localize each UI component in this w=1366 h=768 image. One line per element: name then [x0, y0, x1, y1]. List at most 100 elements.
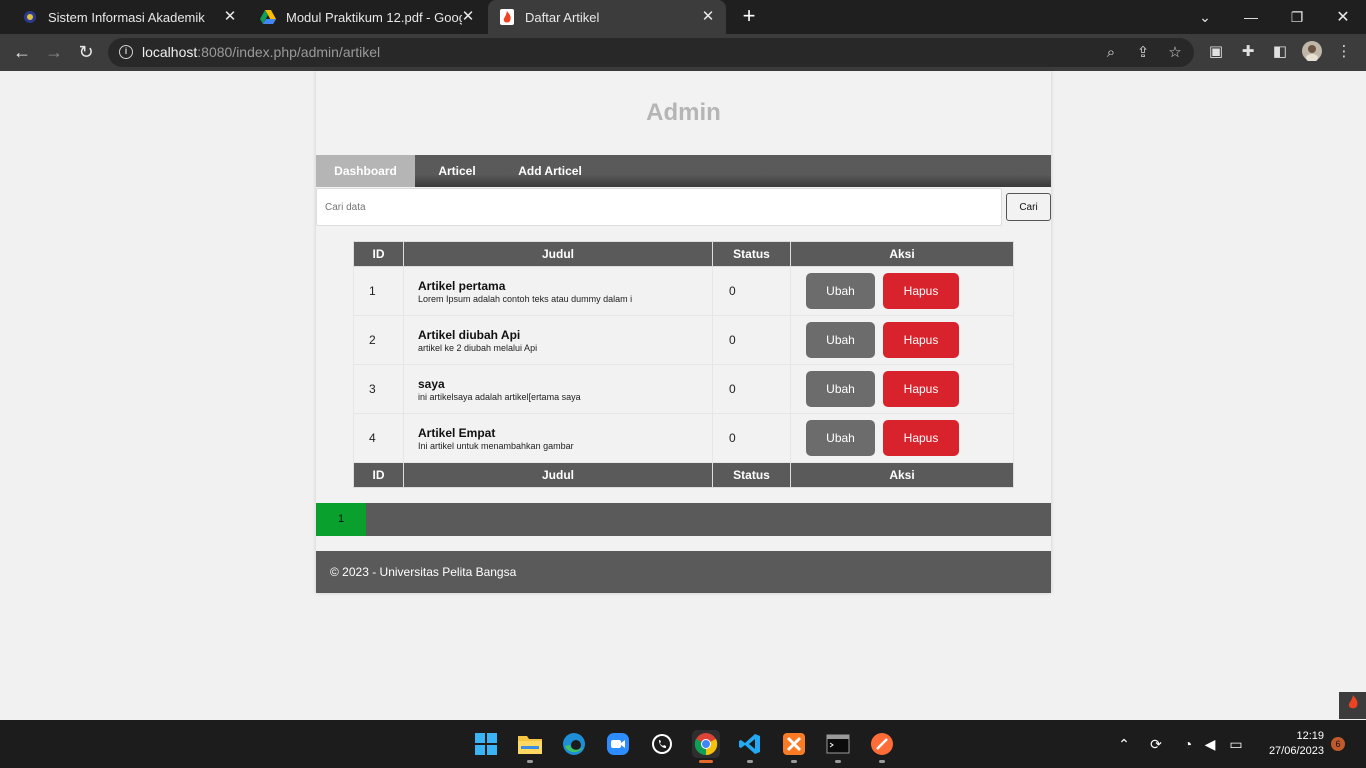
tab-title: Sistem Informasi Akademik — [48, 9, 205, 25]
article-summary: Ini artikel untuk menambahkan gambar — [418, 440, 574, 451]
browser-titlebar: Sistem Informasi Akademik ✕ Modul Prakti… — [0, 0, 1366, 34]
cell-status: 0 — [712, 364, 791, 414]
article-title: Artikel pertama — [418, 278, 506, 293]
tab-search-chevron-icon[interactable]: ⌄ — [1182, 0, 1228, 34]
file-explorer-icon[interactable] — [516, 730, 544, 758]
edit-button[interactable]: Ubah — [806, 322, 875, 358]
main-nav: Dashboard Articel Add Articel — [316, 155, 1051, 187]
column-header-id: ID — [353, 241, 404, 267]
profile-avatar[interactable] — [1302, 41, 1322, 62]
page-header: Admin — [316, 71, 1051, 155]
table-row: 1 Artikel pertama Lorem Ipsum adalah con… — [353, 266, 1014, 316]
page-viewport: Admin Dashboard Articel Add Articel Cari… — [0, 71, 1366, 720]
tab-modul-praktikum[interactable]: Modul Praktikum 12.pdf - Google ✕ — [248, 0, 486, 34]
cell-id: 1 — [353, 266, 404, 316]
new-tab-button[interactable]: + — [738, 5, 760, 27]
vscode-icon[interactable] — [736, 730, 764, 758]
minimize-button[interactable]: — — [1228, 0, 1274, 34]
cell-id: 2 — [353, 315, 404, 365]
sync-status-icon[interactable]: ⟳ — [1146, 734, 1166, 754]
delete-button[interactable]: Hapus — [883, 371, 959, 407]
cell-aksi: Ubah Hapus — [790, 413, 1014, 463]
running-indicator — [879, 760, 885, 763]
page-link-current[interactable]: 1 — [316, 503, 366, 536]
search-button[interactable]: Cari — [1006, 193, 1051, 221]
running-indicator — [527, 760, 533, 763]
whatsapp-icon[interactable] — [648, 730, 676, 758]
menu-kebab-icon[interactable]: ⋮ — [1334, 42, 1354, 62]
url-text[interactable]: localhost:8080/index.php/admin/artikel — [142, 44, 380, 60]
close-tab-icon[interactable]: ✕ — [460, 9, 476, 25]
tab-title: Daftar Artikel — [525, 9, 600, 25]
windows-start-icon[interactable] — [472, 730, 500, 758]
reload-icon[interactable]: ↻ — [74, 40, 98, 64]
cell-id: 3 — [353, 364, 404, 414]
cell-judul: saya ini artikelsaya adalah artikel[erta… — [403, 364, 713, 414]
edge-icon[interactable] — [560, 730, 588, 758]
cell-id: 4 — [353, 413, 404, 463]
close-tab-icon[interactable]: ✕ — [700, 9, 716, 25]
column-footer-status: Status — [712, 462, 791, 488]
share-icon[interactable]: ⇪ — [1133, 43, 1153, 63]
delete-button[interactable]: Hapus — [883, 322, 959, 358]
restore-button[interactable]: ❐ — [1274, 0, 1320, 34]
address-bar[interactable]: i localhost:8080/index.php/admin/artikel… — [108, 38, 1194, 67]
active-indicator — [699, 760, 713, 763]
notification-count-badge[interactable]: 6 — [1331, 737, 1345, 751]
zoom-icon[interactable] — [604, 730, 632, 758]
running-indicator — [835, 760, 841, 763]
table-row: 2 Artikel diubah Api artikel ke 2 diubah… — [353, 315, 1014, 365]
puzzle-extensions-icon[interactable]: ✚ — [1238, 42, 1258, 62]
tab-title: Modul Praktikum 12.pdf - Google — [286, 9, 462, 25]
nav-add-articel[interactable]: Add Articel — [516, 155, 584, 187]
side-panel-icon[interactable]: ◧ — [1270, 42, 1290, 62]
volume-icon[interactable]: ◀ — [1200, 734, 1220, 754]
edit-button[interactable]: Ubah — [806, 273, 875, 309]
table-footer-row: ID Judul Status Aksi — [353, 462, 1014, 488]
pagination: 1 — [316, 503, 1051, 536]
cell-status: 0 — [712, 266, 791, 316]
cell-aksi: Ubah Hapus — [790, 315, 1014, 365]
xampp-icon[interactable] — [780, 730, 808, 758]
page-footer: © 2023 - Universitas Pelita Bangsa — [316, 551, 1051, 593]
forward-arrow-icon[interactable]: → — [42, 40, 66, 64]
edit-button[interactable]: Ubah — [806, 371, 875, 407]
running-indicator — [747, 760, 753, 763]
running-indicator — [791, 760, 797, 763]
cell-aksi: Ubah Hapus — [790, 266, 1014, 316]
close-tab-icon[interactable]: ✕ — [222, 9, 238, 25]
chrome-icon[interactable] — [692, 730, 720, 758]
system-clock[interactable]: 12:19 27/06/2023 — [1258, 729, 1324, 759]
google-drive-icon — [260, 9, 276, 25]
delete-button[interactable]: Hapus — [883, 420, 959, 456]
column-header-aksi: Aksi — [790, 241, 1014, 267]
extension-icon[interactable]: ▣ — [1206, 42, 1226, 62]
bookmark-star-icon[interactable]: ☆ — [1165, 43, 1185, 63]
edit-button[interactable]: Ubah — [806, 420, 875, 456]
tab-sistem-informasi[interactable]: Sistem Informasi Akademik ✕ — [8, 0, 248, 34]
campus-logo-icon — [22, 9, 38, 25]
nav-articel[interactable]: Articel — [429, 155, 485, 187]
search-input[interactable] — [316, 188, 1002, 226]
tab-daftar-artikel[interactable]: Daftar Artikel ✕ — [488, 0, 726, 34]
battery-icon[interactable]: ▭ — [1226, 734, 1246, 754]
nav-dashboard[interactable]: Dashboard — [316, 155, 415, 187]
wifi-icon[interactable]: ◔ — [1178, 734, 1198, 754]
postman-icon[interactable] — [868, 730, 896, 758]
zoom-icon[interactable]: ⌕ — [1101, 43, 1121, 63]
codeigniter-debug-toolbar-icon[interactable] — [1339, 692, 1366, 719]
table-row: 4 Artikel Empat Ini artikel untuk menamb… — [353, 413, 1014, 463]
column-footer-judul: Judul — [403, 462, 713, 488]
delete-button[interactable]: Hapus — [883, 273, 959, 309]
show-hidden-icons-chevron-icon[interactable]: ⌃ — [1114, 734, 1134, 754]
article-title: Artikel Empat — [418, 425, 496, 440]
terminal-icon[interactable] — [824, 730, 852, 758]
site-info-icon[interactable]: i — [119, 45, 133, 59]
close-window-button[interactable]: ✕ — [1320, 0, 1366, 34]
article-title: saya — [418, 376, 445, 391]
cell-aksi: Ubah Hapus — [790, 364, 1014, 414]
cell-judul: Artikel diubah Api artikel ke 2 diubah m… — [403, 315, 713, 365]
back-arrow-icon[interactable]: ← — [10, 40, 34, 64]
codeigniter-icon — [499, 9, 515, 25]
cell-status: 0 — [712, 413, 791, 463]
